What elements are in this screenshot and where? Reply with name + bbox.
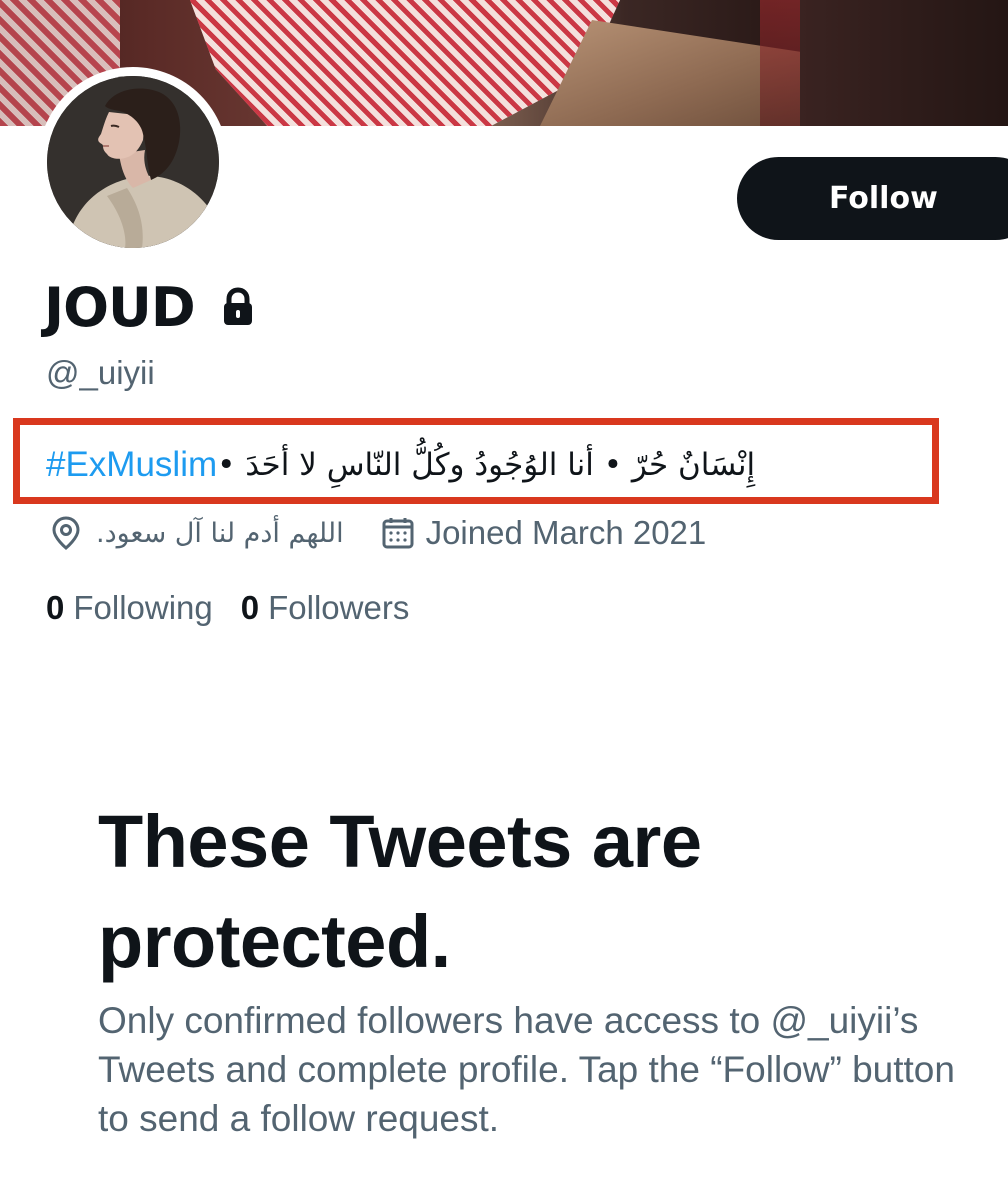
protected-tweets-title: These Tweets are protected. (98, 800, 702, 983)
username-handle: @_uiyii (46, 354, 155, 391)
follow-counts: 0 Following 0 Followers (46, 585, 409, 631)
following-count: 0 (46, 589, 65, 626)
bio-arabic-text: إِنْسَانٌ حُرّ • أنا الوُجُودُ وكُلُّ ال… (217, 447, 756, 483)
lock-icon (221, 287, 255, 327)
banner-red-accent (760, 0, 800, 126)
followers-link[interactable]: 0 Followers (241, 589, 410, 627)
follow-button[interactable]: Follow (737, 157, 1008, 240)
bio-hashtag-link[interactable]: #ExMuslim (46, 445, 217, 485)
followers-label: Followers (268, 589, 410, 626)
profile-page: Follow JOUD @_uiyii #ExMuslim إِنْسَانٌ … (0, 0, 1008, 1200)
location-pin-icon (48, 515, 84, 551)
calendar-icon (380, 515, 416, 551)
joined-date-text: Joined March 2021 (425, 514, 707, 551)
profile-location: اللهم أدم لنا آل سعود. (96, 517, 344, 549)
profile-meta-row: اللهم أدم لنا آل سعود. Joined March 2021 (48, 508, 706, 558)
protected-tweets-description: Only confirmed followers have access to … (98, 1000, 955, 1139)
following-link[interactable]: 0 Following (46, 589, 213, 627)
display-name-row: JOUD (44, 272, 255, 342)
followers-count: 0 (240, 589, 260, 626)
avatar-portrait (47, 76, 219, 248)
banner-dark-background (800, 0, 1008, 126)
joined-date: Joined March 2021 (380, 514, 707, 552)
display-name: JOUD (44, 275, 196, 339)
avatar[interactable] (47, 76, 219, 248)
following-label: Following (73, 589, 213, 626)
bio: #ExMuslim إِنْسَانٌ حُرّ • أنا الوُجُودُ… (46, 440, 906, 490)
